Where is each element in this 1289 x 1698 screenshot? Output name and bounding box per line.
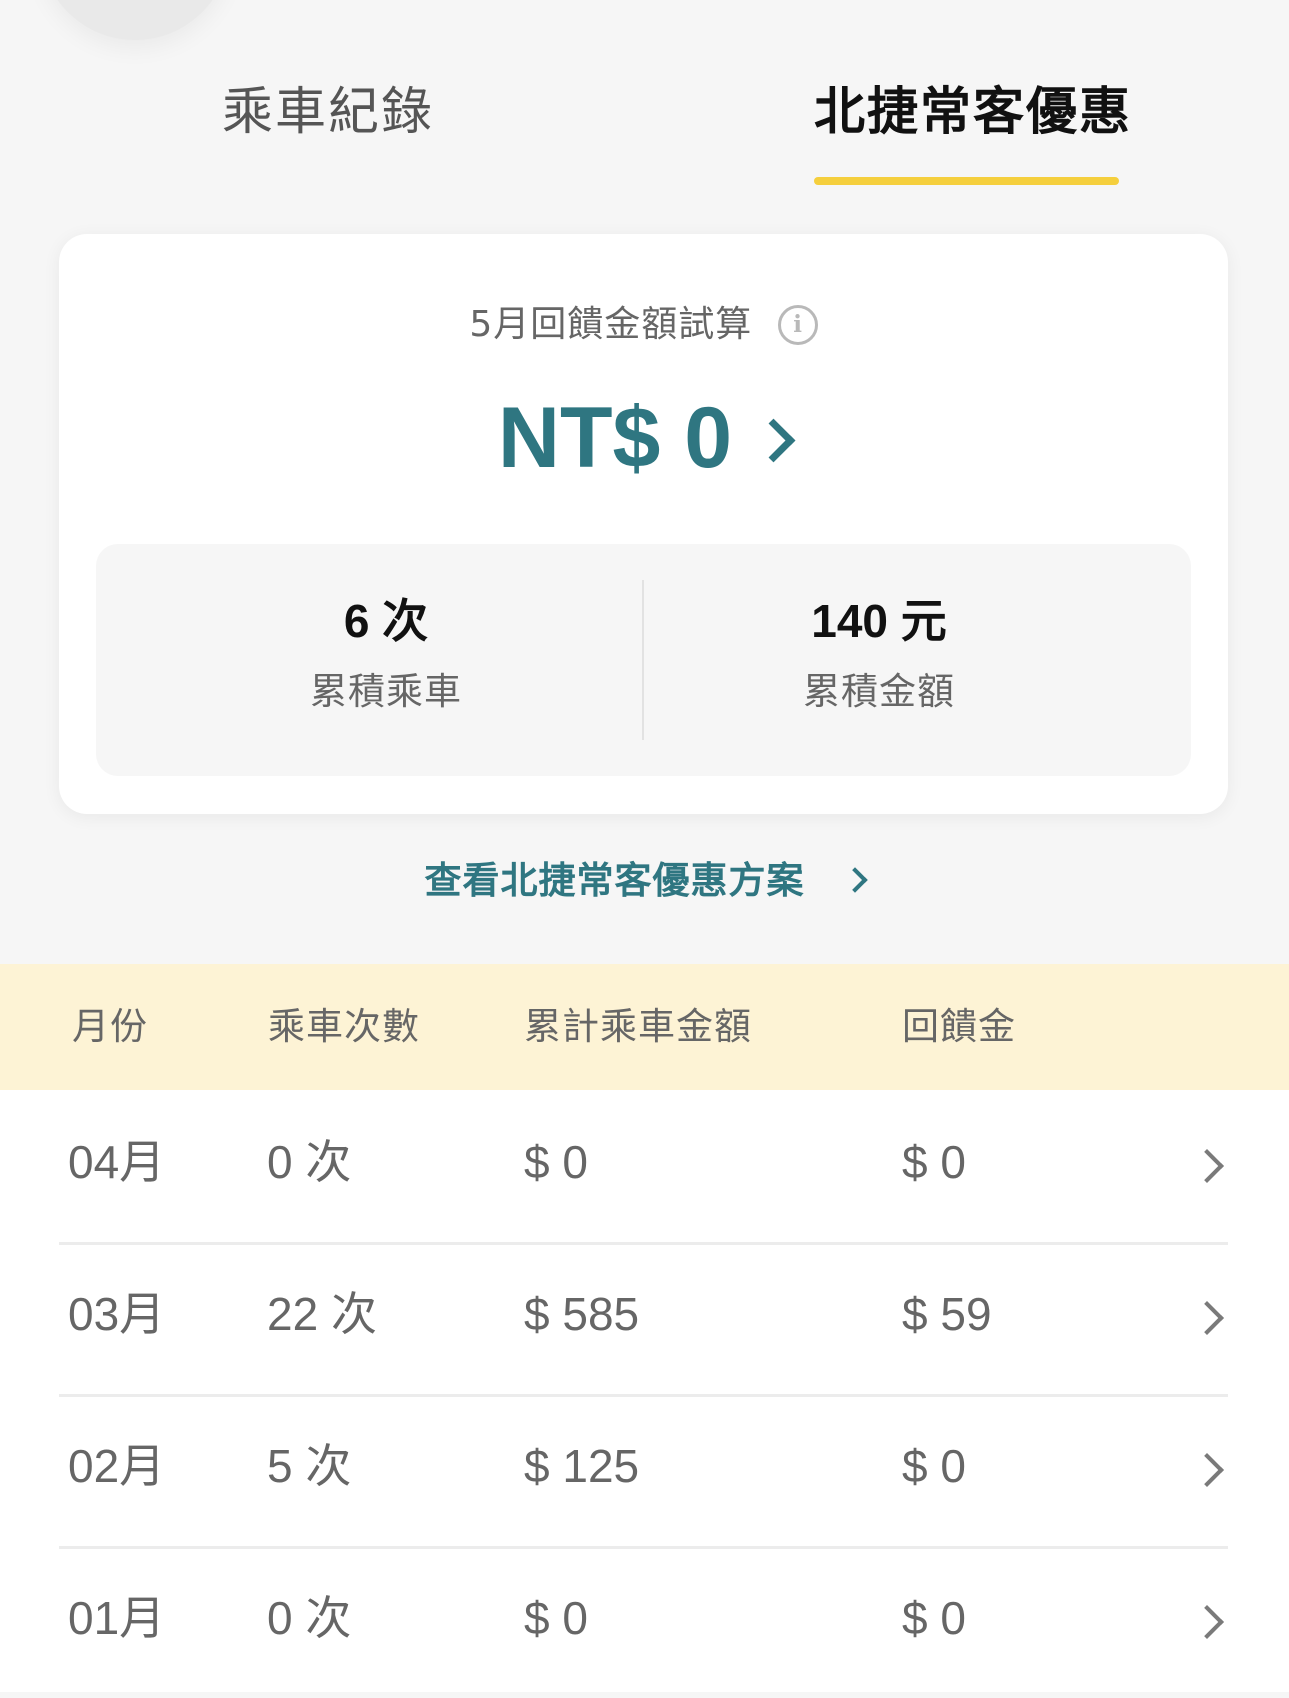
ride-count-cell: 0 次 (267, 1136, 352, 1188)
chevron-right-icon (1190, 1301, 1224, 1335)
month-cell: 02月 (68, 1440, 166, 1492)
header-rebate: 回饋金 (902, 1005, 1016, 1048)
month-cell: 01月 (68, 1592, 166, 1644)
total-amount-cell: $ 125 (524, 1440, 640, 1492)
header-ride-count: 乘車次數 (268, 1005, 420, 1048)
chevron-right-icon (751, 418, 796, 463)
stats-divider (642, 580, 644, 740)
table-row[interactable]: 02月 5 次 $ 125 $ 0 (59, 1394, 1228, 1549)
accumulated-rides-label: 累積乘車 (310, 670, 462, 713)
estimate-amount: NT$ 0 (497, 390, 733, 486)
accumulated-amount-value: 140 元 (811, 595, 947, 647)
month-cell: 04月 (68, 1136, 166, 1188)
accumulated-amount-stat: 140 元 累積金額 (669, 592, 1089, 716)
chevron-right-icon (1190, 1453, 1224, 1487)
accumulated-amount-label: 累積金額 (803, 670, 955, 713)
estimate-label: 5月回饋金額試算 (469, 304, 753, 345)
total-amount-cell: $ 585 (524, 1288, 640, 1340)
table-row[interactable]: 01月 0 次 $ 0 $ 0 (59, 1546, 1228, 1698)
table-row[interactable]: 03月 22 次 $ 585 $ 59 (59, 1242, 1228, 1397)
info-icon[interactable]: i (777, 305, 818, 345)
chevron-right-icon (842, 866, 869, 893)
ride-count-cell: 22 次 (267, 1288, 377, 1340)
rebate-cell: $ 0 (902, 1592, 966, 1644)
header-total-amount: 累計乘車金額 (524, 1005, 752, 1048)
accumulated-stats-panel: 6 次 累積乘車 140 元 累積金額 (96, 544, 1191, 776)
view-discount-plan-label: 查看北捷常客優惠方案 (424, 858, 805, 902)
monthly-rebate-table: 月份 乘車次數 累計乘車金額 回饋金 04月 0 次 $ 0 $ 0 03月 2… (0, 964, 1289, 1692)
month-cell: 03月 (68, 1288, 166, 1340)
top-tabs: 乘車紀錄 北捷常客優惠 (0, 0, 1289, 200)
rebate-cell: $ 59 (902, 1288, 992, 1340)
chevron-right-icon (1190, 1149, 1224, 1183)
table-row[interactable]: 04月 0 次 $ 0 $ 0 (59, 1090, 1228, 1245)
header-month: 月份 (72, 1005, 148, 1048)
total-amount-cell: $ 0 (524, 1592, 588, 1644)
ride-count-cell: 0 次 (267, 1592, 352, 1644)
tab-frequent-rider-discount[interactable]: 北捷常客優惠 (814, 78, 1132, 148)
view-discount-plan-link[interactable]: 查看北捷常客優惠方案 (0, 854, 1289, 906)
total-amount-cell: $ 0 (524, 1136, 588, 1188)
rebate-cell: $ 0 (902, 1440, 966, 1492)
estimate-amount-button[interactable]: NT$ 0 (497, 386, 796, 491)
accumulated-rides-value: 6 次 (343, 595, 429, 647)
estimate-row: 5月回饋金額試算 i (59, 300, 1228, 349)
chevron-right-icon (1190, 1605, 1224, 1639)
table-header: 月份 乘車次數 累計乘車金額 回饋金 (0, 964, 1289, 1090)
active-tab-indicator (814, 177, 1119, 185)
estimate-amount-row: NT$ 0 (59, 386, 1228, 491)
accumulated-rides-stat: 6 次 累積乘車 (176, 592, 596, 716)
rebate-cell: $ 0 (902, 1136, 966, 1188)
ride-count-cell: 5 次 (267, 1440, 352, 1492)
tab-ride-records[interactable]: 乘車紀錄 (222, 78, 434, 148)
rebate-summary-card: 5月回饋金額試算 i NT$ 0 6 次 累積乘車 140 元 累積金額 (59, 234, 1228, 814)
